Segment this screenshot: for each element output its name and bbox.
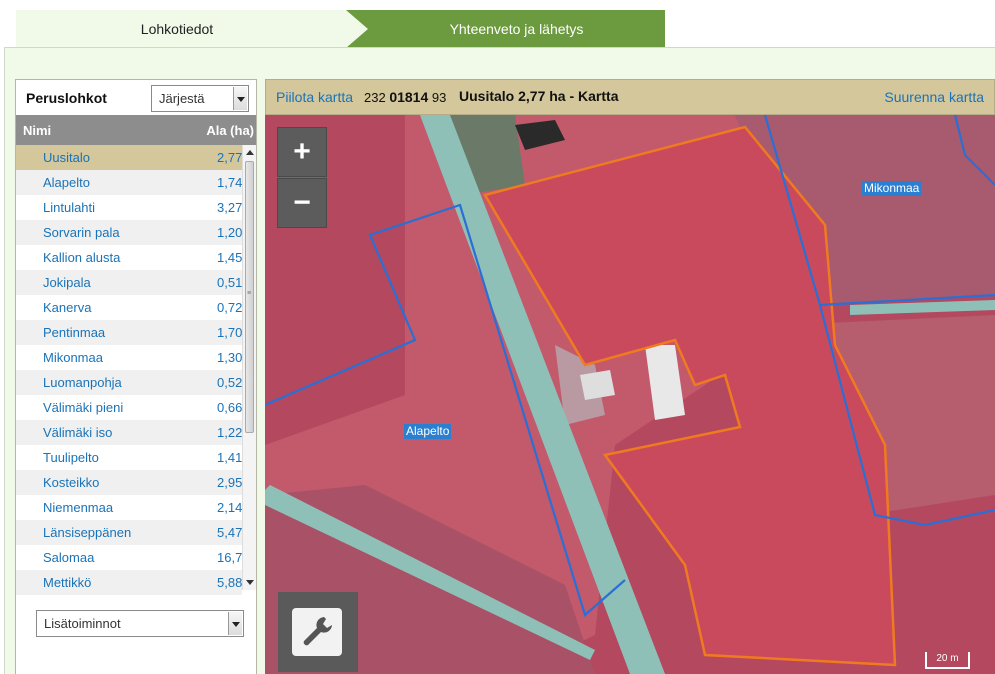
- minus-icon: −: [293, 186, 311, 219]
- sort-select[interactable]: Järjestä: [151, 85, 249, 112]
- more-actions-select[interactable]: Lisätoiminnot: [36, 610, 244, 637]
- parcel-area: 3,27: [217, 200, 242, 215]
- parcel-area: 5,88: [217, 575, 242, 590]
- map-title: Uusitalo 2,77 ha - Kartta: [459, 88, 619, 104]
- parcel-name: Välimäki iso: [43, 425, 113, 440]
- parcel-name: Salomaa: [43, 550, 95, 565]
- scroll-thumb[interactable]: ≡: [245, 161, 254, 433]
- parcel-name: Luomanpohja: [43, 375, 122, 390]
- parcel-row[interactable]: Kanerva 0,72: [16, 295, 242, 320]
- chevron-down-icon[interactable]: [233, 87, 247, 110]
- parcel-row[interactable]: Sorvarin pala 1,20: [16, 220, 242, 245]
- parcel-row[interactable]: Luomanpohja 0,52: [16, 370, 242, 395]
- zoom-out-button[interactable]: −: [277, 178, 327, 228]
- parcel-row[interactable]: Lintulahti 3,27: [16, 195, 242, 220]
- parcel-name: Kallion alusta: [43, 250, 121, 265]
- wizard-steps: Lohkotiedot Yhteenveto ja lähetys: [0, 0, 995, 48]
- parcel-area: 16,75: [217, 550, 242, 565]
- parcel-row[interactable]: Jokipala 0,51: [16, 270, 242, 295]
- map-scale: 20 m: [925, 652, 970, 669]
- zoom-in-button[interactable]: +: [277, 127, 327, 177]
- parcel-name: Jokipala: [43, 275, 91, 290]
- tools-button[interactable]: [278, 592, 358, 672]
- parcel-area: 2,95: [217, 475, 242, 490]
- parcel-row[interactable]: Pentinmaa 1,70: [16, 320, 242, 345]
- parcel-name: Tuulipelto: [43, 450, 99, 465]
- parcel-row[interactable]: Välimäki iso 1,22: [16, 420, 242, 445]
- parcel-name: Pentinmaa: [43, 325, 106, 340]
- parcel-area: 0,51: [217, 275, 242, 290]
- parcel-area: 1,70: [217, 325, 242, 340]
- parcel-area: 0,52: [217, 375, 242, 390]
- code-suffix: 93: [431, 90, 447, 105]
- column-name[interactable]: Nimi: [23, 123, 51, 138]
- step-notch: [346, 10, 368, 48]
- parcel-list: Uusitalo 2,77 Alapelto 1,74 Lintulahti 3,27 So…: [16, 145, 242, 595]
- parcel-area: 1,74: [217, 175, 242, 190]
- scroll-up-icon[interactable]: [246, 150, 254, 155]
- parcel-list-panel: Peruslohkot Järjestä Nimi Ala (ha) Uusit…: [15, 79, 257, 674]
- map-imagery: [265, 115, 995, 674]
- code-prefix: 232: [364, 90, 386, 105]
- panel-title: Peruslohkot: [26, 90, 107, 106]
- parcel-row[interactable]: Mikonmaa 1,30: [16, 345, 242, 370]
- wrench-icon: [292, 608, 342, 656]
- parcel-name: Lintulahti: [43, 200, 96, 215]
- parcel-name: Sorvarin pala: [43, 225, 120, 240]
- scroll-down-icon[interactable]: [246, 580, 254, 585]
- parcel-name: Mettikkö: [43, 575, 92, 590]
- plus-icon: +: [293, 135, 311, 168]
- parcel-row[interactable]: Länsiseppänen 5,47: [16, 520, 242, 545]
- parcel-row[interactable]: Tuulipelto 1,41: [16, 445, 242, 470]
- parcel-row[interactable]: Niemenmaa 2,14: [16, 495, 242, 520]
- map-header: Piilota kartta 232 01814 93 Uusitalo 2,7…: [265, 79, 995, 115]
- parcel-name: Länsiseppänen: [43, 525, 132, 540]
- sort-select-value: Järjestä: [159, 91, 205, 106]
- enlarge-map-link[interactable]: Suurenna kartta: [884, 89, 984, 105]
- column-area[interactable]: Ala (ha): [206, 123, 254, 138]
- parcel-name: Välimäki pieni: [43, 400, 124, 415]
- parcel-area: 5,47: [217, 525, 242, 540]
- parcel-area: 1,41: [217, 450, 242, 465]
- parcel-row[interactable]: Alapelto 1,74: [16, 170, 242, 195]
- parcel-row[interactable]: Mettikkö 5,88: [16, 570, 242, 595]
- parcel-row[interactable]: Kallion alusta 1,45: [16, 245, 242, 270]
- hide-map-link[interactable]: Piilota kartta: [276, 89, 353, 105]
- list-header: Nimi Ala (ha): [16, 115, 256, 145]
- step-lohkotiedot[interactable]: Lohkotiedot: [16, 10, 338, 48]
- parcel-row[interactable]: Välimäki pieni 0,66: [16, 395, 242, 420]
- step-yhteenveto[interactable]: Yhteenveto ja lähetys: [368, 10, 665, 48]
- map-view[interactable]: [265, 115, 995, 674]
- parcel-area: 0,66: [217, 400, 242, 415]
- code-main: 01814: [389, 89, 429, 105]
- more-actions-value: Lisätoiminnot: [44, 616, 121, 631]
- parcel-row[interactable]: Kosteikko 2,95: [16, 470, 242, 495]
- parcel-area: 1,30: [217, 350, 242, 365]
- parcel-area: 1,22: [217, 425, 242, 440]
- parcel-area: 2,14: [217, 500, 242, 515]
- map-label-mikonmaa[interactable]: Mikonmaa: [862, 181, 922, 196]
- parcel-area: 1,45: [217, 250, 242, 265]
- chevron-down-icon[interactable]: [228, 612, 242, 635]
- parcel-name: Mikonmaa: [43, 350, 103, 365]
- parcel-name: Kanerva: [43, 300, 92, 315]
- parcel-name: Uusitalo: [43, 150, 90, 165]
- parcel-name: Alapelto: [43, 175, 90, 190]
- parcel-name: Kosteikko: [43, 475, 100, 490]
- map-label-alapelto[interactable]: Alapelto: [404, 424, 452, 439]
- parcel-row[interactable]: Salomaa 16,75: [16, 545, 242, 570]
- parcel-code: 232 01814 93: [364, 89, 446, 105]
- list-scrollbar[interactable]: ≡: [242, 145, 256, 590]
- parcel-area: 2,77: [217, 150, 242, 165]
- parcel-name: Niemenmaa: [43, 500, 114, 515]
- parcel-area: 1,20: [217, 225, 242, 240]
- parcel-row[interactable]: Uusitalo 2,77: [16, 145, 242, 170]
- parcel-area: 0,72: [217, 300, 242, 315]
